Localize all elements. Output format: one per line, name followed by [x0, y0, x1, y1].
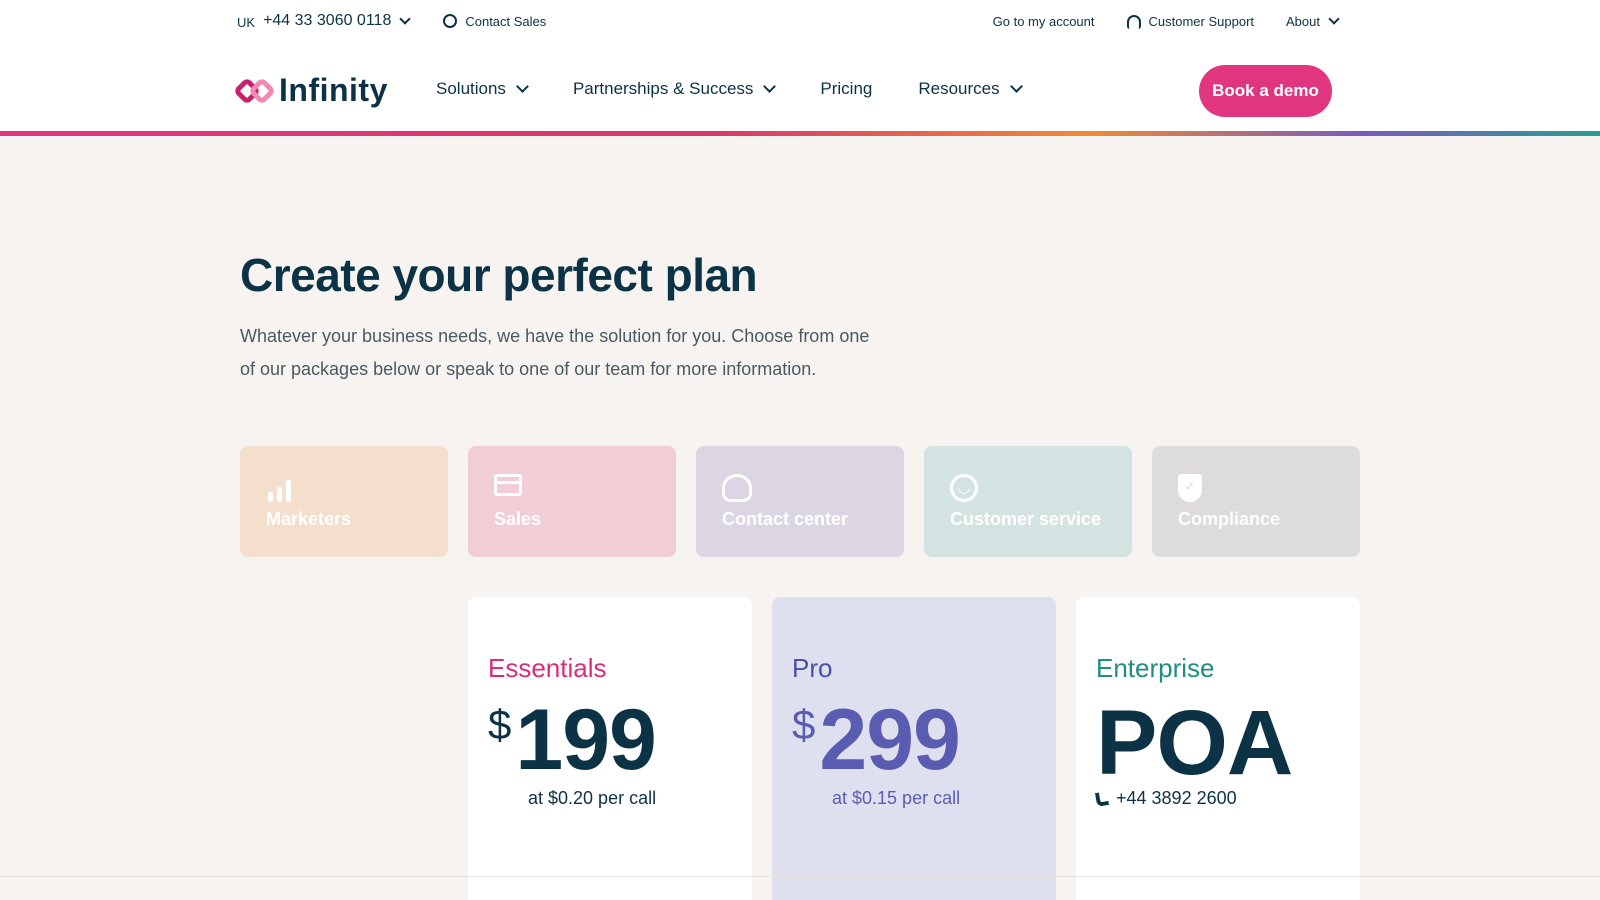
plan-price: $ 299: [792, 692, 961, 788]
plan-name: Essentials: [488, 653, 607, 683]
chevron-down-icon: [516, 80, 529, 93]
nav-partnerships-label: Partnerships & Success: [572, 79, 754, 98]
bar-chart-icon: [266, 474, 296, 502]
plan-name: Pro: [792, 653, 833, 683]
nav-resources[interactable]: Resources: [918, 79, 1023, 99]
category-contact-center[interactable]: Contact center: [696, 446, 904, 557]
hero-description: Whatever your business needs, we have th…: [240, 326, 870, 379]
plan-name: Enterprise: [1096, 653, 1215, 683]
page-title: Create your perfect plan: [240, 249, 758, 301]
chevron-down-icon: [1009, 80, 1023, 93]
plan-rate: at $0.15 per call: [832, 788, 961, 808]
account-link[interactable]: Go to my account: [993, 14, 1095, 29]
about-menu[interactable]: About: [1286, 13, 1340, 29]
main-nav: Infinity Solutions Partnerships & Succes…: [0, 46, 1600, 131]
category-marketers[interactable]: Marketers: [240, 446, 448, 557]
phone-selector[interactable]: +44 33 3060 0118: [263, 12, 391, 30]
category-label: Sales: [494, 509, 542, 529]
category-label: Customer service: [950, 509, 1102, 529]
nav-resources-label: Resources: [918, 79, 1000, 98]
currency-symbol: $: [488, 701, 512, 748]
headset-icon: [1126, 14, 1141, 29]
customer-support-label: Customer Support: [1148, 14, 1255, 29]
category-compliance[interactable]: Compliance: [1152, 446, 1360, 557]
plan-card-pro: Pro $ 299 at $0.15 per call: [772, 597, 1056, 900]
infinity-logo-icon: [232, 76, 277, 105]
logo[interactable]: Infinity: [232, 72, 388, 109]
customer-support-link[interactable]: Customer Support: [1126, 14, 1255, 29]
category-customer-service[interactable]: Customer service: [924, 446, 1132, 557]
gradient-divider: [0, 131, 1600, 136]
top-left: UK +44 33 3060 0118 Contact Sales: [237, 12, 546, 30]
headset-icon: [722, 474, 752, 502]
about-label: About: [1286, 14, 1320, 29]
smile-icon: [443, 14, 458, 28]
shield-icon: [1178, 474, 1202, 502]
nav-partnerships[interactable]: Partnerships & Success: [572, 79, 777, 99]
chevron-down-icon[interactable]: [399, 12, 412, 25]
credit-card-icon: [494, 474, 522, 496]
logo-text: Infinity: [279, 72, 388, 108]
region-label: UK: [237, 15, 256, 30]
smile-icon: [950, 474, 978, 502]
top-bar: UK +44 33 3060 0118 Contact Sales Go to …: [0, 0, 1600, 46]
category-label: Compliance: [1178, 509, 1281, 529]
book-demo-button[interactable]: Book a demo: [1199, 65, 1332, 117]
enterprise-phone[interactable]: +44 3892 2600: [1094, 788, 1237, 809]
category-sales[interactable]: Sales: [468, 446, 676, 557]
plan-price: POA: [1096, 692, 1293, 794]
plan-price: $ 199: [488, 692, 657, 788]
divider: [0, 876, 1600, 877]
enterprise-phone-number: +44 3892 2600: [1116, 788, 1237, 808]
chevron-down-icon: [763, 80, 777, 93]
currency-symbol: $: [792, 701, 816, 748]
nav-pricing-label: Pricing: [820, 79, 873, 98]
top-right: Go to my account Customer Support About: [961, 13, 1340, 29]
price-value: 299: [819, 692, 960, 788]
plan-card-enterprise: Enterprise POA +44 3892 2600: [1076, 597, 1360, 900]
price-value: 199: [515, 692, 656, 788]
chevron-down-icon: [1328, 13, 1340, 25]
phone-icon: [1094, 790, 1110, 807]
price-value: POA: [1096, 692, 1293, 794]
nav-pricing[interactable]: Pricing: [820, 79, 872, 99]
nav-solutions[interactable]: Solutions: [436, 79, 529, 99]
contact-sales-link[interactable]: Contact Sales: [443, 14, 546, 29]
plan-card-essentials: Essentials $ 199 at $0.20 per call: [468, 597, 752, 900]
contact-sales-label: Contact Sales: [465, 13, 547, 29]
nav-solutions-label: Solutions: [436, 79, 506, 98]
category-label: Contact center: [722, 509, 849, 529]
nav-menu: Solutions Partnerships & Success Pricing…: [436, 79, 1067, 99]
plan-rate: at $0.20 per call: [528, 788, 657, 808]
category-label: Marketers: [266, 509, 352, 529]
